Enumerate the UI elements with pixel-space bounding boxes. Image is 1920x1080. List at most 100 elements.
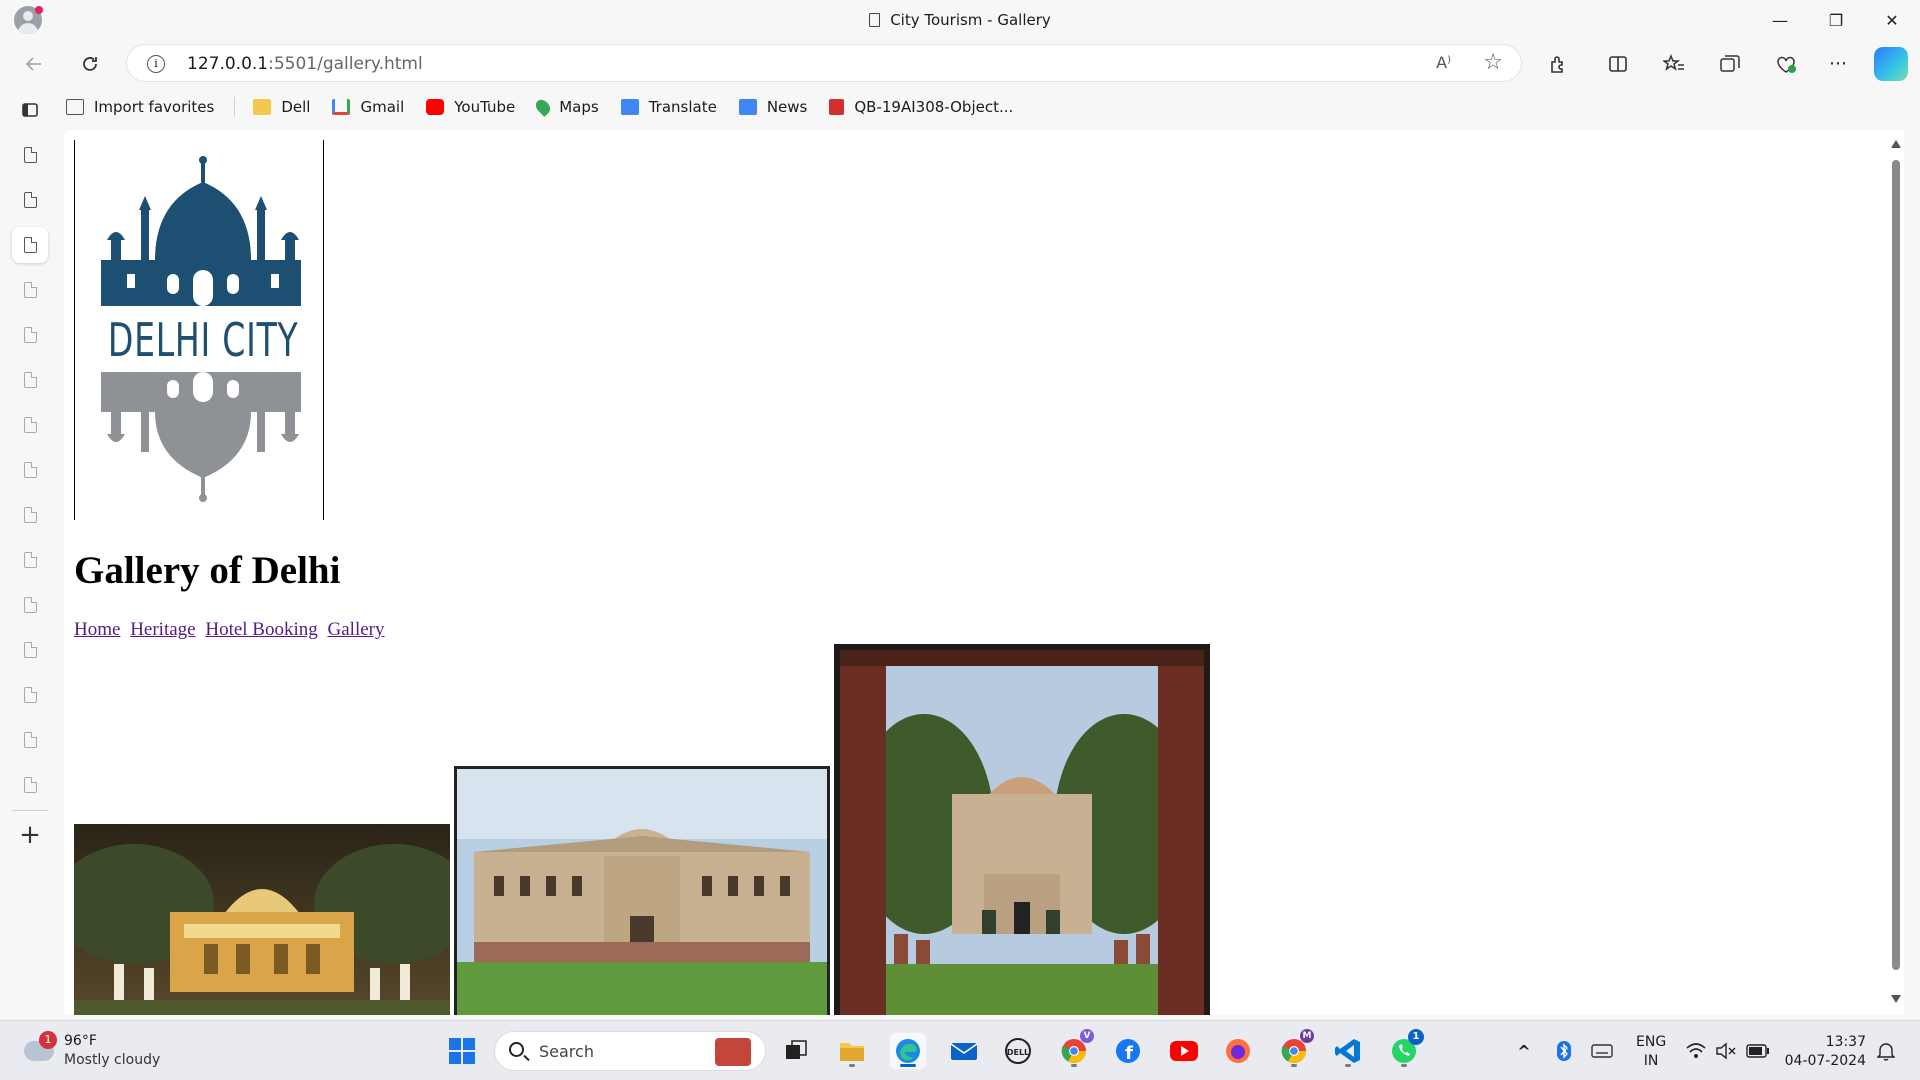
split-screen-icon[interactable] — [1602, 48, 1634, 80]
vscode-icon — [1335, 1039, 1360, 1063]
tab-10[interactable] — [12, 542, 48, 578]
page-icon — [23, 326, 37, 343]
tab-11[interactable] — [12, 587, 48, 623]
tab-13[interactable] — [12, 677, 48, 713]
keyboard-icon[interactable] — [1584, 1033, 1620, 1069]
tab-9[interactable] — [12, 497, 48, 533]
favorite-translate[interactable]: Translate — [620, 98, 717, 116]
firefox-button[interactable] — [1220, 1033, 1256, 1069]
tab-15[interactable] — [12, 767, 48, 803]
edge-button[interactable] — [890, 1033, 926, 1069]
volume-muted-icon[interactable] — [1708, 1033, 1744, 1069]
scroll-up-arrow-icon[interactable] — [1891, 140, 1901, 148]
favorite-youtube[interactable]: YouTube — [426, 98, 515, 116]
tab-12[interactable] — [12, 632, 48, 668]
bluetooth-icon[interactable] — [1546, 1033, 1582, 1069]
navigation-row: i 127.0.0.1:5501/gallery.html A⁾ ☆ ··· — [0, 44, 1920, 84]
page-scrollbar[interactable] — [1888, 130, 1904, 1015]
tab-6[interactable] — [12, 362, 48, 398]
vscode-button[interactable] — [1330, 1033, 1366, 1069]
restore-button[interactable]: ❐ — [1808, 0, 1864, 40]
tab-1[interactable] — [12, 137, 48, 173]
favorite-pdf[interactable]: QB-19AI308-Object... — [829, 98, 1013, 116]
favorite-label: News — [766, 98, 808, 116]
collections-icon[interactable] — [1714, 48, 1746, 80]
copilot-icon[interactable] — [1874, 47, 1908, 81]
running-indicator — [1071, 1064, 1077, 1067]
gallery-photo-framed-museum — [834, 644, 1210, 1015]
battery-icon[interactable] — [1740, 1033, 1776, 1069]
minimize-button[interactable]: — — [1752, 0, 1808, 40]
gallery-photo-museum-facade — [454, 766, 830, 1015]
chrome-profile-m-button[interactable]: M — [1276, 1029, 1314, 1069]
start-button[interactable] — [444, 1033, 480, 1069]
notifications-bell-icon[interactable] — [1868, 1033, 1904, 1069]
close-button[interactable]: ✕ — [1864, 0, 1920, 40]
favorites-icon[interactable] — [1658, 48, 1690, 80]
favorite-import[interactable]: Import favorites — [66, 98, 214, 116]
running-indicator — [1345, 1064, 1351, 1067]
translate-icon — [620, 99, 639, 115]
gallery-photo-night-museum — [74, 824, 450, 1015]
favorite-news[interactable]: News — [738, 98, 808, 116]
address-bar[interactable]: i 127.0.0.1:5501/gallery.html A⁾ ☆ — [126, 44, 1522, 82]
dell-button[interactable]: DELL — [1000, 1033, 1036, 1069]
nav-link-home[interactable]: Home — [74, 619, 120, 640]
url-text[interactable]: 127.0.0.1:5501/gallery.html — [187, 54, 423, 74]
tab-3-active[interactable] — [12, 227, 48, 263]
refresh-button[interactable] — [74, 48, 106, 80]
favorite-maps[interactable]: Maps — [533, 97, 599, 117]
back-button[interactable] — [18, 48, 50, 80]
mail-button[interactable] — [946, 1033, 982, 1069]
favorite-gmail[interactable]: Gmail — [332, 98, 404, 116]
favorite-label: Translate — [648, 98, 717, 116]
language-indicator[interactable]: ENG IN — [1636, 1033, 1666, 1071]
page-icon — [23, 191, 37, 208]
tab-5[interactable] — [12, 317, 48, 353]
pdf-icon — [829, 99, 845, 115]
tab-7[interactable] — [12, 407, 48, 443]
page-icon — [23, 731, 37, 748]
svg-text:f: f — [1125, 1043, 1133, 1064]
region-code: IN — [1643, 1053, 1659, 1069]
facebook-button[interactable]: f — [1110, 1033, 1146, 1069]
scrollbar-thumb[interactable] — [1892, 160, 1900, 970]
scroll-down-arrow-icon[interactable] — [1891, 995, 1901, 1003]
more-menu-icon[interactable]: ··· — [1822, 48, 1854, 80]
running-indicator — [849, 1064, 855, 1067]
page-icon — [23, 371, 37, 388]
tab-2[interactable] — [12, 182, 48, 218]
system-clock[interactable]: 13:37 04-07-2024 — [1785, 1033, 1866, 1071]
active-indicator — [900, 1064, 916, 1067]
site-info-icon[interactable]: i — [147, 55, 165, 73]
clock-time: 13:37 — [1825, 1034, 1866, 1050]
tab-actions-menu-icon[interactable] — [12, 92, 48, 128]
favorites-bar: Import favorites Dell Gmail YouTube Maps… — [66, 92, 1035, 122]
firefox-icon — [1226, 1039, 1250, 1063]
running-indicator — [1401, 1064, 1407, 1067]
browser-essentials-icon[interactable] — [1770, 48, 1802, 80]
nav-link-hotel-booking[interactable]: Hotel Booking — [205, 619, 317, 640]
task-view-button[interactable] — [778, 1033, 814, 1069]
chrome-profile-v-button[interactable]: V — [1056, 1029, 1094, 1069]
favorite-star-icon[interactable]: ☆ — [1483, 50, 1503, 75]
tray-overflow-chevron-icon[interactable]: ^ — [1506, 1033, 1542, 1069]
page-icon — [23, 146, 37, 163]
news-icon — [738, 99, 757, 115]
tab-4[interactable] — [12, 272, 48, 308]
nav-link-heritage[interactable]: Heritage — [130, 619, 195, 640]
favorites-separator — [234, 97, 236, 117]
page-icon — [23, 236, 37, 253]
tab-8[interactable] — [12, 452, 48, 488]
read-aloud-icon[interactable]: A⁾ — [1436, 53, 1451, 72]
weather-widget[interactable]: 1 96°F Mostly cloudy — [22, 1031, 182, 1075]
favorite-dell[interactable]: Dell — [253, 98, 310, 116]
extensions-icon[interactable] — [1542, 48, 1574, 80]
youtube-button[interactable] — [1166, 1033, 1202, 1069]
nav-link-gallery[interactable]: Gallery — [328, 619, 385, 640]
tab-14[interactable] — [12, 722, 48, 758]
whatsapp-button[interactable]: 1 — [1386, 1029, 1424, 1069]
new-tab-button[interactable]: + — [14, 820, 46, 852]
taskbar-search[interactable]: Search — [494, 1031, 766, 1071]
file-explorer-button[interactable] — [834, 1033, 870, 1069]
